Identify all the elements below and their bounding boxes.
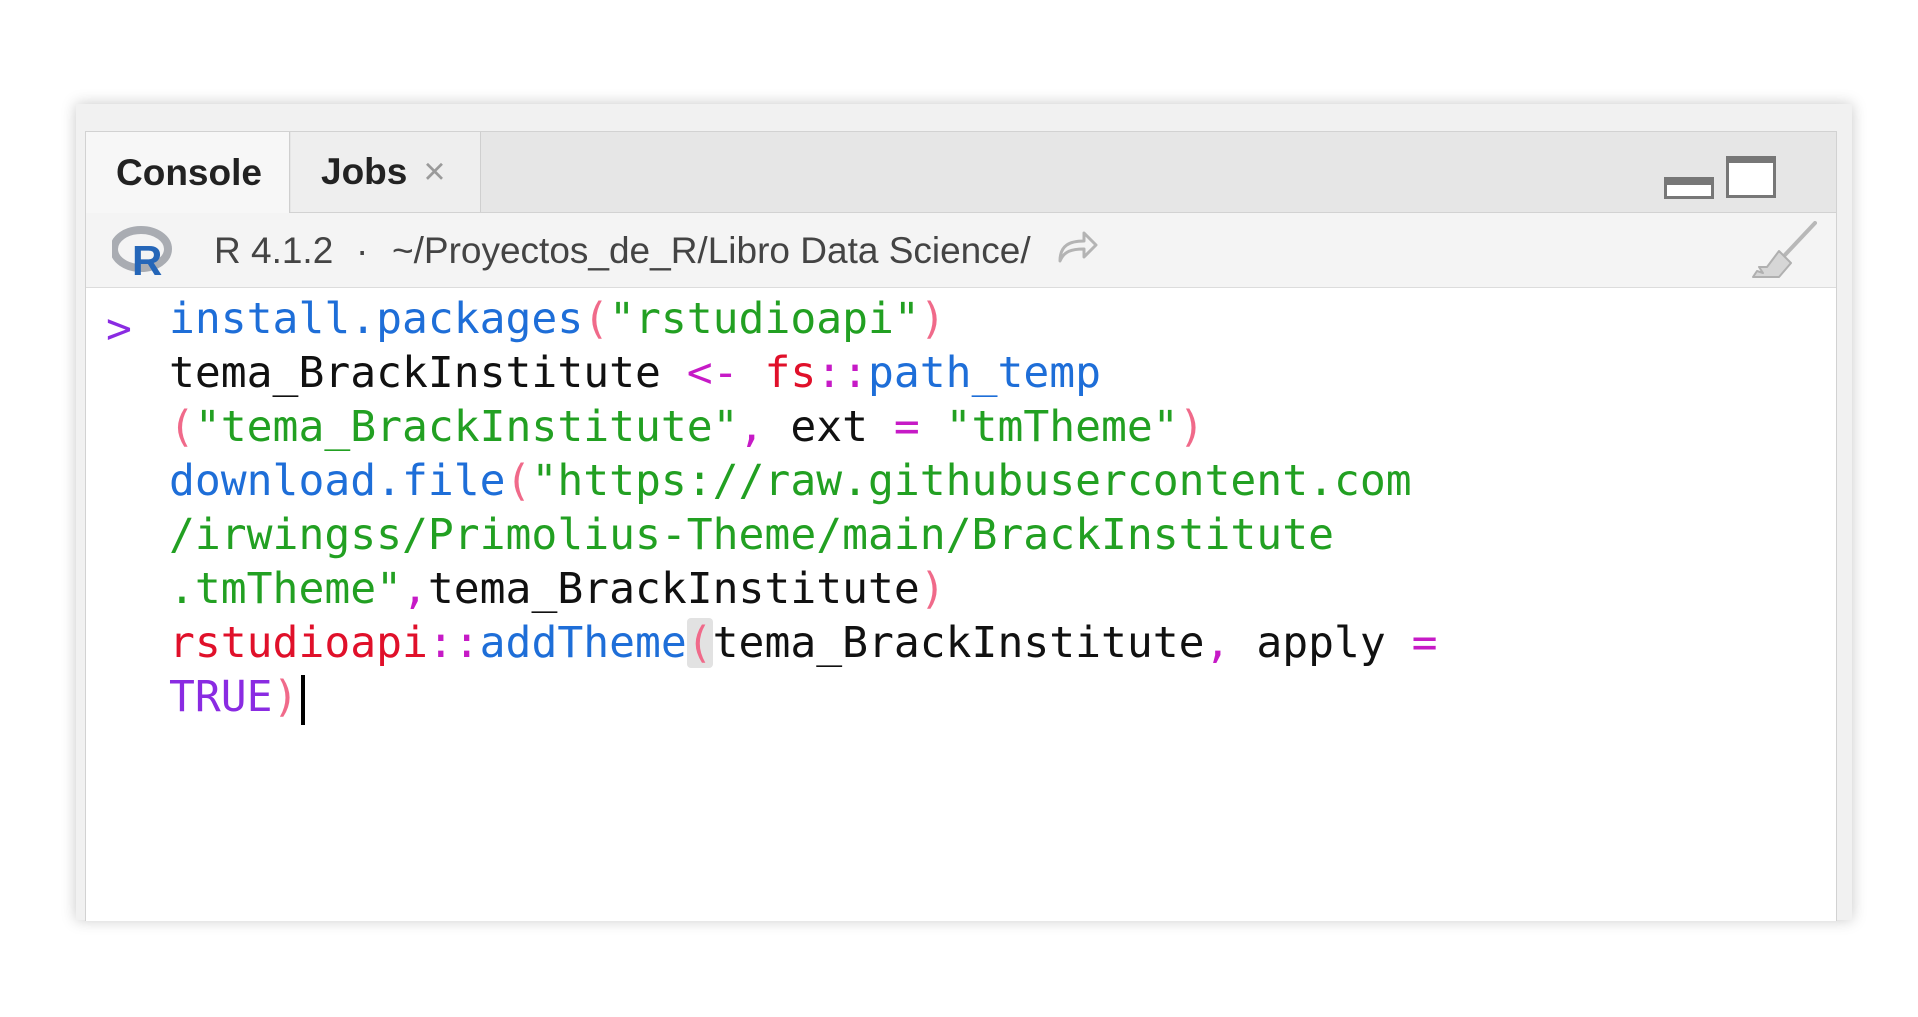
code-token: ) [919, 294, 946, 344]
code-token: .tmTheme" [169, 564, 402, 614]
code-token: path_temp [868, 348, 1102, 398]
code-token: , [1204, 618, 1231, 668]
code-token: tema_BrackInstitute [169, 348, 661, 398]
code-token: :: [816, 348, 869, 398]
code-token: ( [169, 402, 195, 452]
code-line: download.file("https://raw.githubusercon… [169, 456, 1412, 506]
console-prompt: > [106, 304, 132, 354]
code-token: ) [272, 672, 299, 722]
tab-bar: Console Jobs × [86, 132, 1836, 213]
console-pane: Console Jobs × R R 4.1.2 · ~/Proyectos_d… [85, 131, 1837, 921]
text-cursor [301, 674, 306, 725]
code-token: "https://raw.githubusercontent.com [531, 456, 1412, 506]
code-token: TRUE [169, 672, 273, 722]
tab-console[interactable]: Console [86, 132, 290, 213]
code-token: download.file [169, 456, 506, 506]
code-token: ( [505, 456, 532, 506]
code-line: .tmTheme",tema_BrackInstitute) [169, 564, 946, 614]
code-token: "rstudioapi" [609, 294, 920, 344]
code-line: TRUE) [169, 672, 306, 725]
code-token: fs [764, 348, 817, 398]
tab-jobs-label: Jobs [321, 151, 408, 192]
code-token: :: [427, 618, 480, 668]
goto-directory-icon[interactable] [1054, 227, 1100, 267]
code-token: ( [583, 294, 610, 344]
code-token: ) [1178, 402, 1205, 452]
separator-dot: · [356, 230, 369, 271]
console-panel: Console Jobs × R R 4.1.2 · ~/Proyectos_d… [76, 104, 1852, 921]
broom-icon[interactable] [1749, 221, 1817, 281]
tab-jobs[interactable]: Jobs × [291, 132, 481, 212]
code-token: addTheme [479, 618, 687, 668]
code-token: <- [686, 348, 739, 398]
code-token: = [893, 402, 920, 452]
console-output[interactable]: > install.packages("rstudioapi") tema_Br… [86, 288, 1836, 921]
code-line: tema_BrackInstitute <- fs::path_temp [169, 348, 1101, 398]
maximize-icon[interactable] [1726, 156, 1776, 198]
close-icon[interactable]: × [423, 151, 445, 194]
code-line: /irwingss/Primolius-Theme/main/BrackInst… [169, 510, 1334, 560]
code-token: , [402, 564, 428, 614]
code-line: rstudioapi::addTheme(tema_BrackInstitute… [169, 618, 1438, 668]
code-token: ) [919, 564, 946, 614]
code-token: "tema_BrackInstitute" [194, 402, 739, 452]
code-token: /irwingss/Primolius-Theme/main/BrackInst… [169, 510, 1334, 560]
tab-console-label: Console [116, 151, 262, 193]
code-token: tema_BrackInstitute [427, 564, 920, 614]
code-token: "tmTheme" [945, 402, 1179, 452]
matched-paren-highlight: ( [686, 618, 713, 668]
code-token: apply [1230, 618, 1412, 668]
console-info-bar: R R 4.1.2 · ~/Proyectos_de_R/Libro Data … [86, 213, 1836, 288]
code-token: install.packages [169, 294, 584, 344]
code-line: install.packages("rstudioapi") [169, 294, 946, 344]
r-version-label: R 4.1.2 [214, 230, 334, 271]
code-token: ext [764, 402, 894, 452]
code-token: rstudioapi [169, 618, 428, 668]
svg-text:R: R [132, 237, 162, 277]
code-token: , [738, 402, 765, 452]
code-token: = [1411, 618, 1438, 668]
minimize-icon[interactable] [1664, 177, 1714, 199]
code-token: tema_BrackInstitute [712, 618, 1205, 668]
code-line: ("tema_BrackInstitute", ext = "tmTheme") [169, 402, 1205, 452]
r-logo-icon: R [112, 226, 172, 277]
working-directory-path: ~/Proyectos_de_R/Libro Data Science/ [392, 230, 1031, 271]
